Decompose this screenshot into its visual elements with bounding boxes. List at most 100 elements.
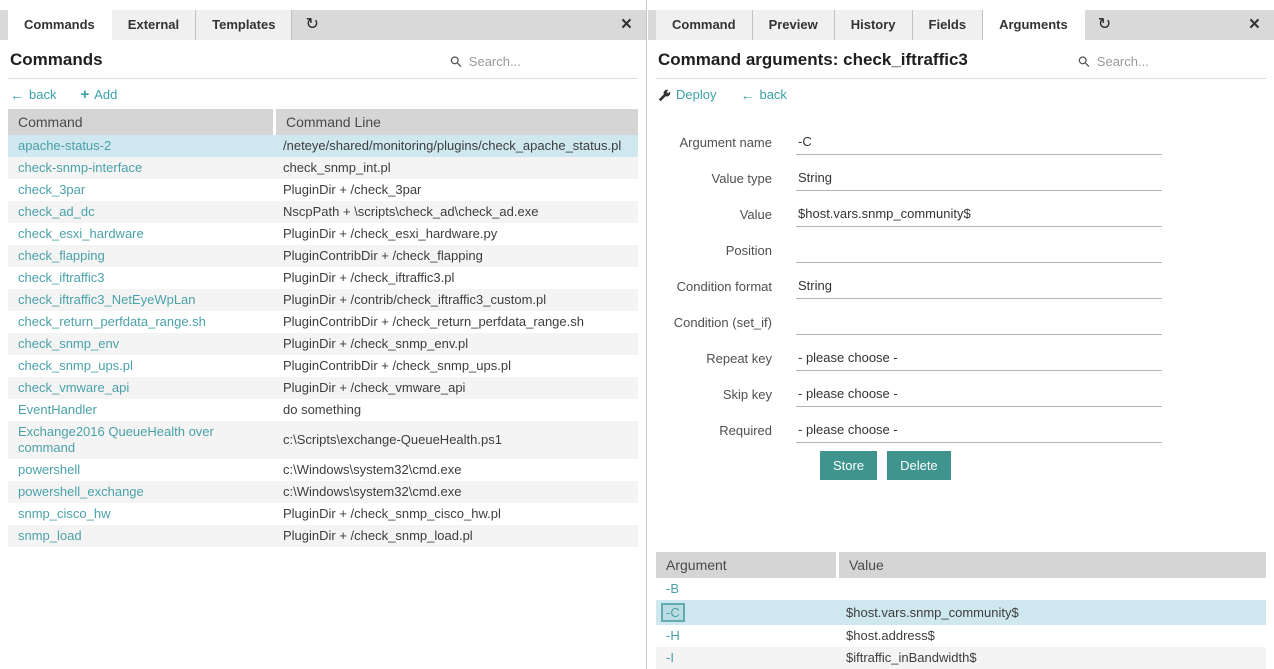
field-label-value-type: Value type <box>656 171 796 191</box>
delete-button[interactable]: Delete <box>887 451 951 480</box>
command-link[interactable]: check_3par <box>18 182 85 197</box>
command-row[interactable]: check_esxi_hardwarePluginDir + /check_es… <box>8 223 638 245</box>
command-link[interactable]: snmp_load <box>18 528 82 543</box>
condition-set-if-field[interactable] <box>796 321 1162 335</box>
store-button[interactable]: Store <box>820 451 877 480</box>
field-label-value: Value <box>656 207 796 227</box>
field-label-condition-format: Condition format <box>656 279 796 299</box>
left-panel: CommandsExternalTemplates ↻ × Commands ←… <box>0 0 647 669</box>
command-link[interactable]: Exchange2016 QueueHealth over command <box>18 424 214 455</box>
field-label-repeat-key: Repeat key <box>656 351 796 371</box>
command-row[interactable]: Exchange2016 QueueHealth over commandc:\… <box>8 421 638 459</box>
command-link[interactable]: check_vmware_api <box>18 380 129 395</box>
top-strip <box>0 0 646 10</box>
command-link[interactable]: snmp_cisco_hw <box>18 506 111 521</box>
tab-preview[interactable]: Preview <box>753 10 835 40</box>
command-link[interactable]: check_ad_dc <box>18 204 95 219</box>
condition-format-field[interactable]: String <box>796 276 1162 299</box>
argument-link[interactable]: -C <box>661 603 685 622</box>
plus-icon: + <box>80 87 89 103</box>
command-row[interactable]: EventHandlerdo something <box>8 399 638 421</box>
command-row[interactable]: check_ad_dcNscpPath + \scripts\check_ad\… <box>8 201 638 223</box>
left-header-row: Commands <box>8 40 638 79</box>
position-field[interactable] <box>796 249 1162 263</box>
command-row[interactable]: check_snmp_ups.plPluginContribDir + /che… <box>8 355 638 377</box>
argument-link[interactable]: -I <box>666 650 674 665</box>
tab-external[interactable]: External <box>112 10 196 40</box>
add-link[interactable]: + Add <box>80 87 117 103</box>
field-label-skip-key: Skip key <box>656 387 796 407</box>
repeat-key-field[interactable]: - please choose - <box>796 348 1162 371</box>
close-icon[interactable]: × <box>1249 10 1260 40</box>
command-link[interactable]: check_flapping <box>18 248 105 263</box>
tab-command[interactable]: Command <box>656 10 753 40</box>
argument-link[interactable]: -H <box>666 628 680 643</box>
top-strip <box>648 0 1274 10</box>
tab-history[interactable]: History <box>835 10 913 40</box>
command-row[interactable]: powershellc:\Windows\system32\cmd.exe <box>8 459 638 481</box>
search-icon <box>450 55 462 68</box>
argument-row[interactable]: -I$iftraffic_inBandwidth$ <box>656 647 1266 669</box>
tab-fields[interactable]: Fields <box>913 10 984 40</box>
back-link[interactable]: ← back <box>740 87 786 103</box>
command-row[interactable]: check_snmp_envPluginDir + /check_snmp_en… <box>8 333 638 355</box>
command-row[interactable]: check_vmware_apiPluginDir + /check_vmwar… <box>8 377 638 399</box>
argument-name-field[interactable]: -C <box>796 132 1162 155</box>
command-row[interactable]: apache-status-2/neteye/shared/monitoring… <box>8 135 638 157</box>
search-box <box>450 53 636 70</box>
command-link[interactable]: check_return_perfdata_range.sh <box>18 314 206 329</box>
close-icon[interactable]: × <box>621 10 632 40</box>
field-label-required: Required <box>656 423 796 443</box>
command-row[interactable]: check_flappingPluginContribDir + /check_… <box>8 245 638 267</box>
tab-commands[interactable]: Commands <box>8 10 112 40</box>
skip-key-field[interactable]: - please choose - <box>796 384 1162 407</box>
arrow-left-icon: ← <box>740 87 754 103</box>
field-label-condition-set-if: Condition (set_if) <box>656 315 796 335</box>
search-input[interactable] <box>467 53 636 70</box>
tab-arguments[interactable]: Arguments <box>983 10 1085 40</box>
command-link[interactable]: check_snmp_ups.pl <box>18 358 133 373</box>
command-link[interactable]: powershell <box>18 462 80 477</box>
command-link[interactable]: check_esxi_hardware <box>18 226 144 241</box>
right-actions: Deploy ← back <box>656 79 1266 109</box>
command-link[interactable]: check_iftraffic3_NetEyeWpLan <box>18 292 196 307</box>
back-link[interactable]: ← back <box>10 87 56 103</box>
column-header-argument[interactable]: Argument <box>656 552 836 578</box>
form-buttons: Store Delete <box>820 451 1266 480</box>
field-label-argument-name: Argument name <box>656 135 796 155</box>
column-header-command-line[interactable]: Command Line <box>273 109 638 135</box>
arrow-left-icon: ← <box>10 87 24 103</box>
column-header-command[interactable]: Command <box>8 109 273 135</box>
left-actions: ← back + Add <box>8 79 638 109</box>
command-link[interactable]: EventHandler <box>18 402 97 417</box>
tab-templates[interactable]: Templates <box>196 10 292 40</box>
command-row[interactable]: powershell_exchangec:\Windows\system32\c… <box>8 481 638 503</box>
column-header-value[interactable]: Value <box>836 552 1266 578</box>
argument-row[interactable]: -C$host.vars.snmp_community$ <box>656 600 1266 625</box>
command-link[interactable]: check-snmp-interface <box>18 160 142 175</box>
command-row[interactable]: check_return_perfdata_range.shPluginCont… <box>8 311 638 333</box>
command-link[interactable]: powershell_exchange <box>18 484 144 499</box>
command-row[interactable]: check_3parPluginDir + /check_3par <box>8 179 638 201</box>
app: CommandsExternalTemplates ↻ × Commands ←… <box>0 0 1274 669</box>
argument-row[interactable]: -B <box>656 578 1266 600</box>
command-link[interactable]: check_iftraffic3 <box>18 270 104 285</box>
argument-row[interactable]: -H$host.address$ <box>656 625 1266 647</box>
search-input[interactable] <box>1095 53 1264 70</box>
right-header-row: Command arguments: check_iftraffic3 <box>656 40 1266 79</box>
command-row[interactable]: check_iftraffic3PluginDir + /check_iftra… <box>8 267 638 289</box>
deploy-link[interactable]: Deploy <box>658 87 716 103</box>
command-row[interactable]: check-snmp-interfacecheck_snmp_int.pl <box>8 157 638 179</box>
command-row[interactable]: check_iftraffic3_NetEyeWpLanPluginDir + … <box>8 289 638 311</box>
refresh-icon[interactable]: ↻ <box>1098 10 1111 40</box>
argument-link[interactable]: -B <box>666 581 679 596</box>
required-field[interactable]: - please choose - <box>796 420 1162 443</box>
refresh-icon[interactable]: ↻ <box>305 10 318 40</box>
search-icon <box>1078 55 1090 68</box>
command-link[interactable]: check_snmp_env <box>18 336 119 351</box>
command-link[interactable]: apache-status-2 <box>18 138 111 153</box>
value-field[interactable]: $host.vars.snmp_community$ <box>796 204 1162 227</box>
command-row[interactable]: snmp_cisco_hwPluginDir + /check_snmp_cis… <box>8 503 638 525</box>
command-row[interactable]: snmp_loadPluginDir + /check_snmp_load.pl <box>8 525 638 547</box>
value-type-field[interactable]: String <box>796 168 1162 191</box>
